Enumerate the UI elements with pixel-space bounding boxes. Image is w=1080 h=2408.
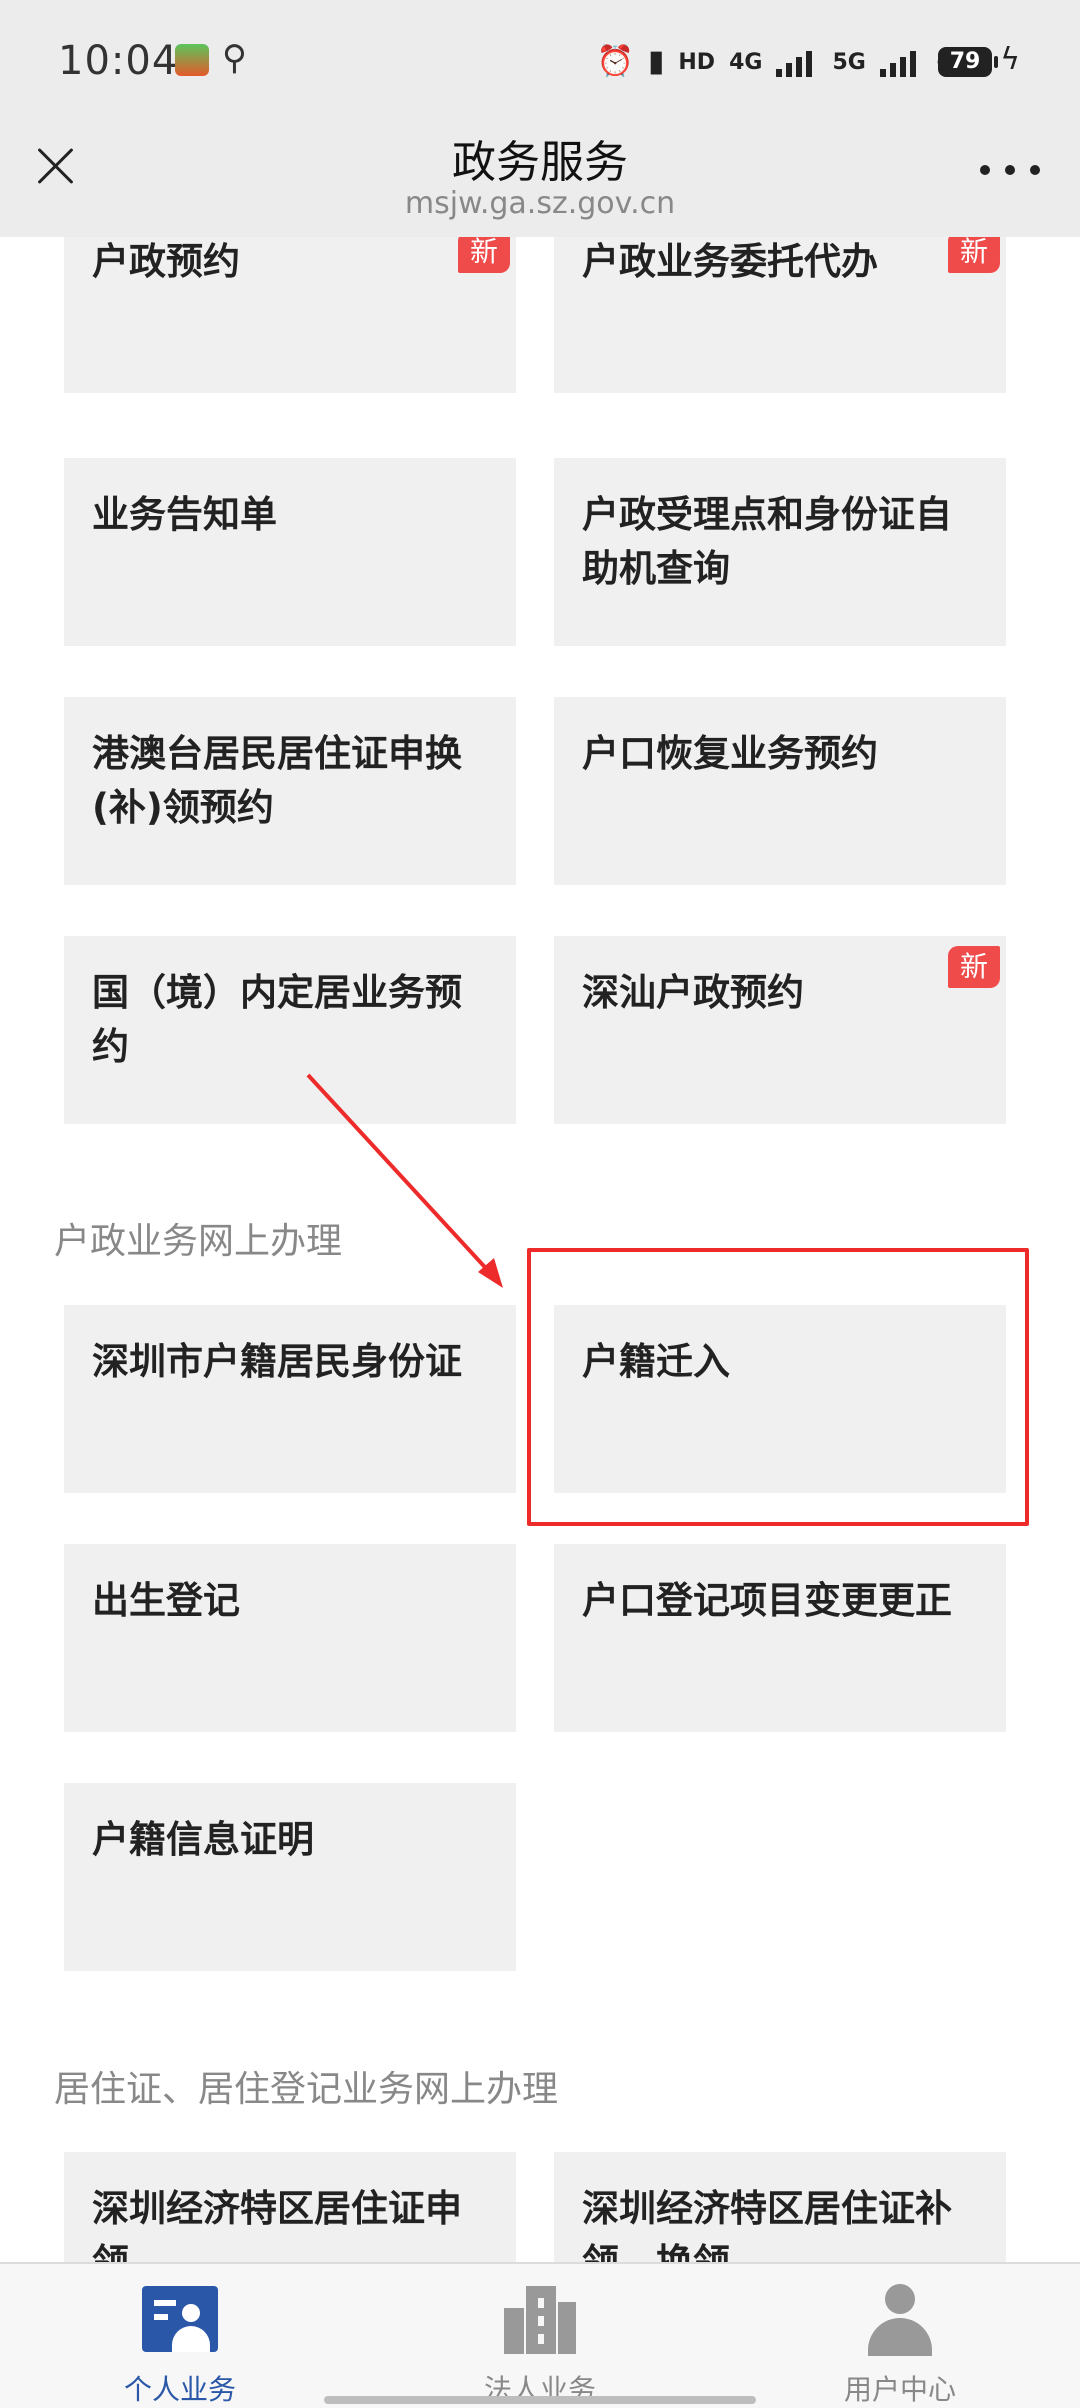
- tile-id-card[interactable]: 深圳市户籍居民身份证: [64, 1305, 516, 1493]
- section-title-household: 户政业务网上办理: [54, 1221, 343, 1262]
- battery-icon: 79: [938, 47, 998, 77]
- tile-hukou-transfer[interactable]: 户籍迁入: [554, 1305, 1006, 1493]
- new-badge: 新: [948, 237, 1000, 273]
- section-title-residence: 居住证、居住登记业务网上办理: [54, 2069, 559, 2110]
- tile-label: 户口登记项目变更更正: [582, 1579, 952, 1622]
- alarm-icon: ⏰: [596, 44, 634, 79]
- nav-corporate[interactable]: 法人业务: [360, 2264, 720, 2408]
- tile-label: 深圳市户籍居民身份证: [92, 1340, 462, 1383]
- new-badge: 新: [458, 237, 510, 273]
- tile-birth-registration[interactable]: 出生登记: [64, 1544, 516, 1732]
- personal-icon: [142, 2286, 218, 2352]
- tile-household-appointment[interactable]: 户政预约 新: [64, 237, 516, 393]
- tile-label: 出生登记: [92, 1579, 240, 1622]
- status-icons: ⏰ ▮ HD 4G 5G ◠: [597, 42, 963, 82]
- new-badge: 新: [948, 946, 1000, 988]
- tile-record-correction[interactable]: 户口登记项目变更更正: [554, 1544, 1006, 1732]
- usb-icon: ⚲: [222, 38, 247, 78]
- signal-icon: [879, 47, 922, 77]
- status-time: 10:04: [58, 38, 179, 84]
- tile-residence-permit-renew[interactable]: 深圳经济特区居住证补领、换领: [554, 2152, 1006, 2262]
- network-4g-label: 4G: [729, 49, 763, 75]
- tile-residence-permit-apply[interactable]: 深圳经济特区居住证申领: [64, 2152, 516, 2262]
- tile-label: 深汕户政预约: [582, 971, 804, 1014]
- tile-label: 户口恢复业务预约: [582, 732, 878, 775]
- page-url: msjw.ga.sz.gov.cn: [404, 186, 676, 221]
- more-icon[interactable]: [980, 150, 1040, 190]
- nav-personal[interactable]: 个人业务: [0, 2264, 360, 2408]
- signal-icon: [776, 47, 818, 77]
- tile-hukou-restore[interactable]: 户口恢复业务预约: [554, 697, 1006, 885]
- charging-icon: ϟ: [1000, 42, 1020, 77]
- user-icon: [864, 2284, 936, 2356]
- top-bar: 10:04 ⚲ ⏰ ▮ HD 4G 5G ◠ 79 ϟ 政务服务 msjw.ga…: [0, 0, 1080, 237]
- nav-label: 用户中心: [843, 2373, 956, 2406]
- tile-label: 深圳经济特区居住证申领: [92, 2187, 462, 2262]
- tile-label: 户籍迁入: [582, 1340, 730, 1383]
- tile-delegation[interactable]: 户政业务委托代办 新: [554, 237, 1006, 393]
- hd-indicator: HD: [678, 49, 716, 75]
- app-notification-icon: [175, 44, 209, 76]
- building-icon: [504, 2286, 576, 2354]
- tile-label: 户政业务委托代办: [582, 240, 878, 283]
- home-indicator: [324, 2396, 756, 2404]
- tile-label: 港澳台居民居住证申换(补)领预约: [92, 732, 462, 829]
- tile-label: 户政预约: [92, 240, 240, 283]
- tile-settlement[interactable]: 国（境）内定居业务预约: [64, 936, 516, 1124]
- tile-label: 业务告知单: [92, 493, 277, 536]
- tile-label: 深圳经济特区居住证补领、换领: [582, 2187, 952, 2262]
- nav-user-center[interactable]: 用户中心: [720, 2264, 1080, 2408]
- tile-hkmt-permit[interactable]: 港澳台居民居住证申换(补)领预约: [64, 697, 516, 885]
- tile-label: 户政受理点和身份证自助机查询: [582, 493, 952, 590]
- service-list[interactable]: 户政预约 新 户政业务委托代办 新 业务告知单 户政受理点和身份证自助机查询 港…: [0, 237, 1080, 2262]
- nav-label: 个人业务: [123, 2373, 236, 2406]
- vibrate-icon: ▮: [647, 44, 665, 79]
- network-5g-label: 5G: [832, 49, 866, 75]
- tile-notice-form[interactable]: 业务告知单: [64, 458, 516, 646]
- tile-label: 户籍信息证明: [92, 1818, 314, 1861]
- page-title: 政务服务: [452, 137, 628, 188]
- tile-hukou-certificate[interactable]: 户籍信息证明: [64, 1783, 516, 1971]
- tile-shenshan[interactable]: 深汕户政预约 新: [554, 936, 1006, 1124]
- tile-label: 国（境）内定居业务预约: [92, 971, 462, 1068]
- bottom-nav: 个人业务 法人业务 用户中心: [0, 2262, 1080, 2408]
- tile-office-query[interactable]: 户政受理点和身份证自助机查询: [554, 458, 1006, 646]
